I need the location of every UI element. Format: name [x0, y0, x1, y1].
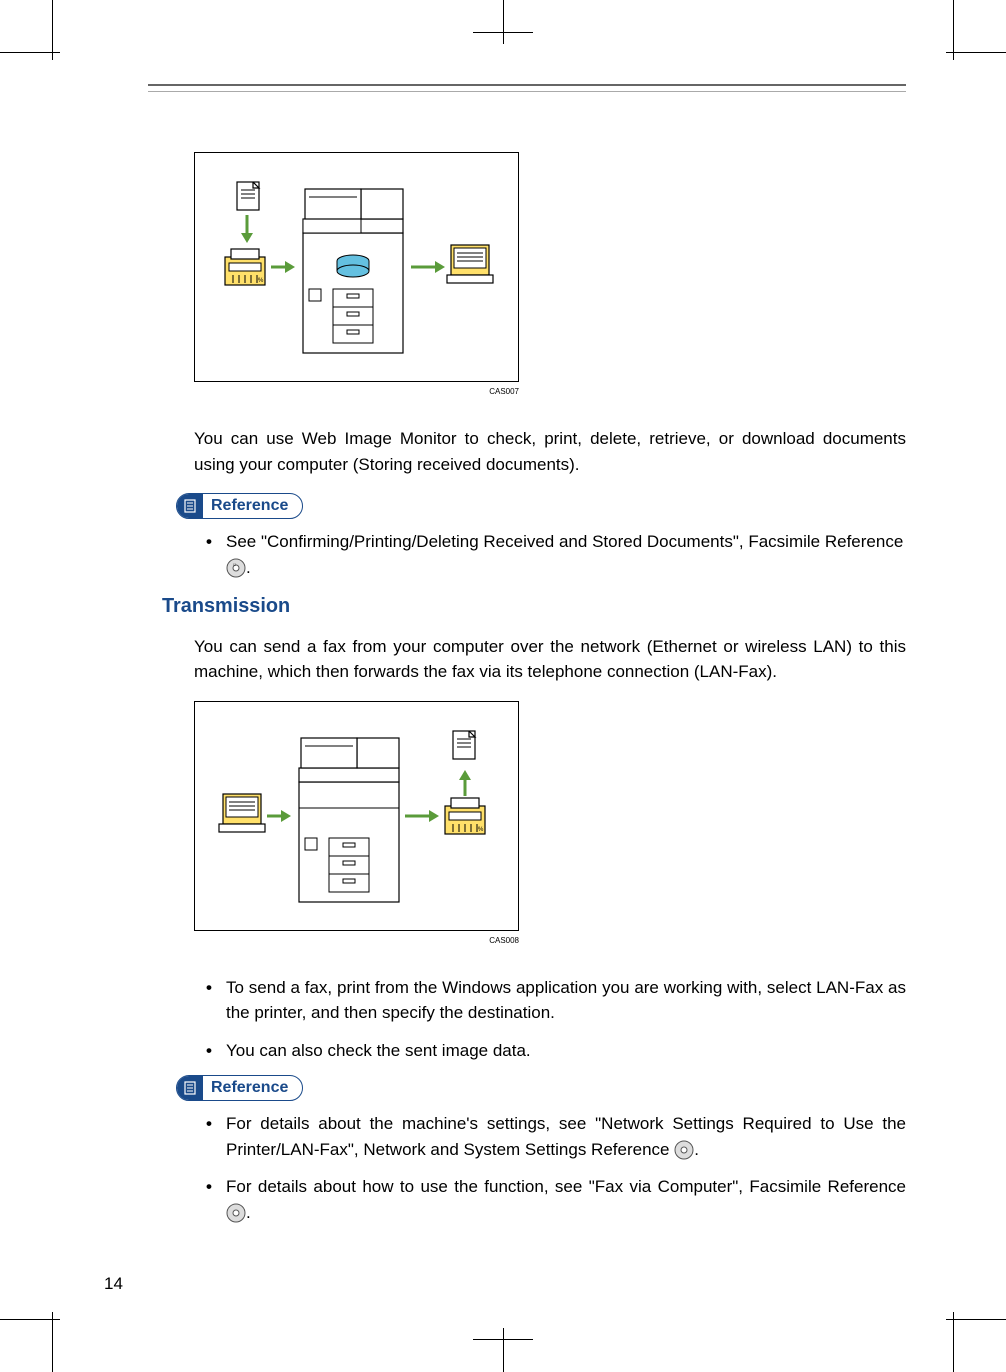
reference-icon: [177, 1075, 203, 1101]
crop-mark: [52, 0, 53, 60]
body-paragraph-1: You can use Web Image Monitor to check, …: [194, 426, 906, 477]
bullet-text: To send a fax, print from the Windows ap…: [226, 975, 906, 1026]
crop-mark: [0, 1319, 60, 1320]
bullet-marker: •: [206, 1038, 226, 1064]
bullet-text: For details about the machine's settings…: [226, 1111, 906, 1162]
reference-icon: [177, 493, 203, 519]
bullet-marker: •: [206, 1111, 226, 1162]
bullet-marker: •: [206, 529, 226, 580]
figure-diagram-2: %: [194, 701, 519, 931]
figure-caption-1: CAS007: [194, 386, 519, 398]
crop-mark: [52, 1312, 53, 1372]
crop-mark: [946, 1319, 1006, 1320]
crop-mark: [0, 52, 60, 53]
bullet-item: • To send a fax, print from the Windows …: [206, 975, 906, 1026]
reference-label: Reference: [211, 1076, 288, 1100]
bullet-item: • You can also check the sent image data…: [206, 1038, 906, 1064]
reference-bullet: • For details about how to use the funct…: [206, 1174, 906, 1225]
section-heading-transmission: Transmission: [162, 592, 906, 622]
bullet-marker: •: [206, 1174, 226, 1225]
crop-mark: [503, 0, 504, 44]
bullet-marker: •: [206, 975, 226, 1026]
disc-icon: [226, 1203, 246, 1223]
reference-badge: Reference: [176, 493, 303, 519]
svg-text:☺: ☺: [232, 562, 237, 568]
bullet-text: You can also check the sent image data.: [226, 1038, 906, 1064]
page-number: 14: [104, 1271, 123, 1297]
bullet-text: See "Confirming/Printing/Deleting Receiv…: [226, 529, 906, 580]
bullet-text: For details about how to use the functio…: [226, 1174, 906, 1225]
svg-text:%: %: [478, 827, 484, 833]
disc-icon: [674, 1140, 694, 1160]
reference-bullet: • For details about the machine's settin…: [206, 1111, 906, 1162]
crop-mark: [953, 1312, 954, 1372]
crop-mark: [503, 1328, 504, 1372]
disc-icon: ☺: [226, 558, 246, 578]
crop-mark: [953, 0, 954, 60]
reference-badge: Reference: [176, 1075, 303, 1101]
header-rule: [148, 84, 906, 92]
crop-mark: [946, 52, 1006, 53]
svg-text:%: %: [258, 278, 264, 284]
figure-diagram-1: %: [194, 152, 519, 382]
reference-label: Reference: [211, 494, 288, 518]
figure-caption-2: CAS008: [194, 935, 519, 947]
reference-bullet-1: • See "Confirming/Printing/Deleting Rece…: [206, 529, 906, 580]
body-paragraph-2: You can send a fax from your computer ov…: [194, 634, 906, 685]
